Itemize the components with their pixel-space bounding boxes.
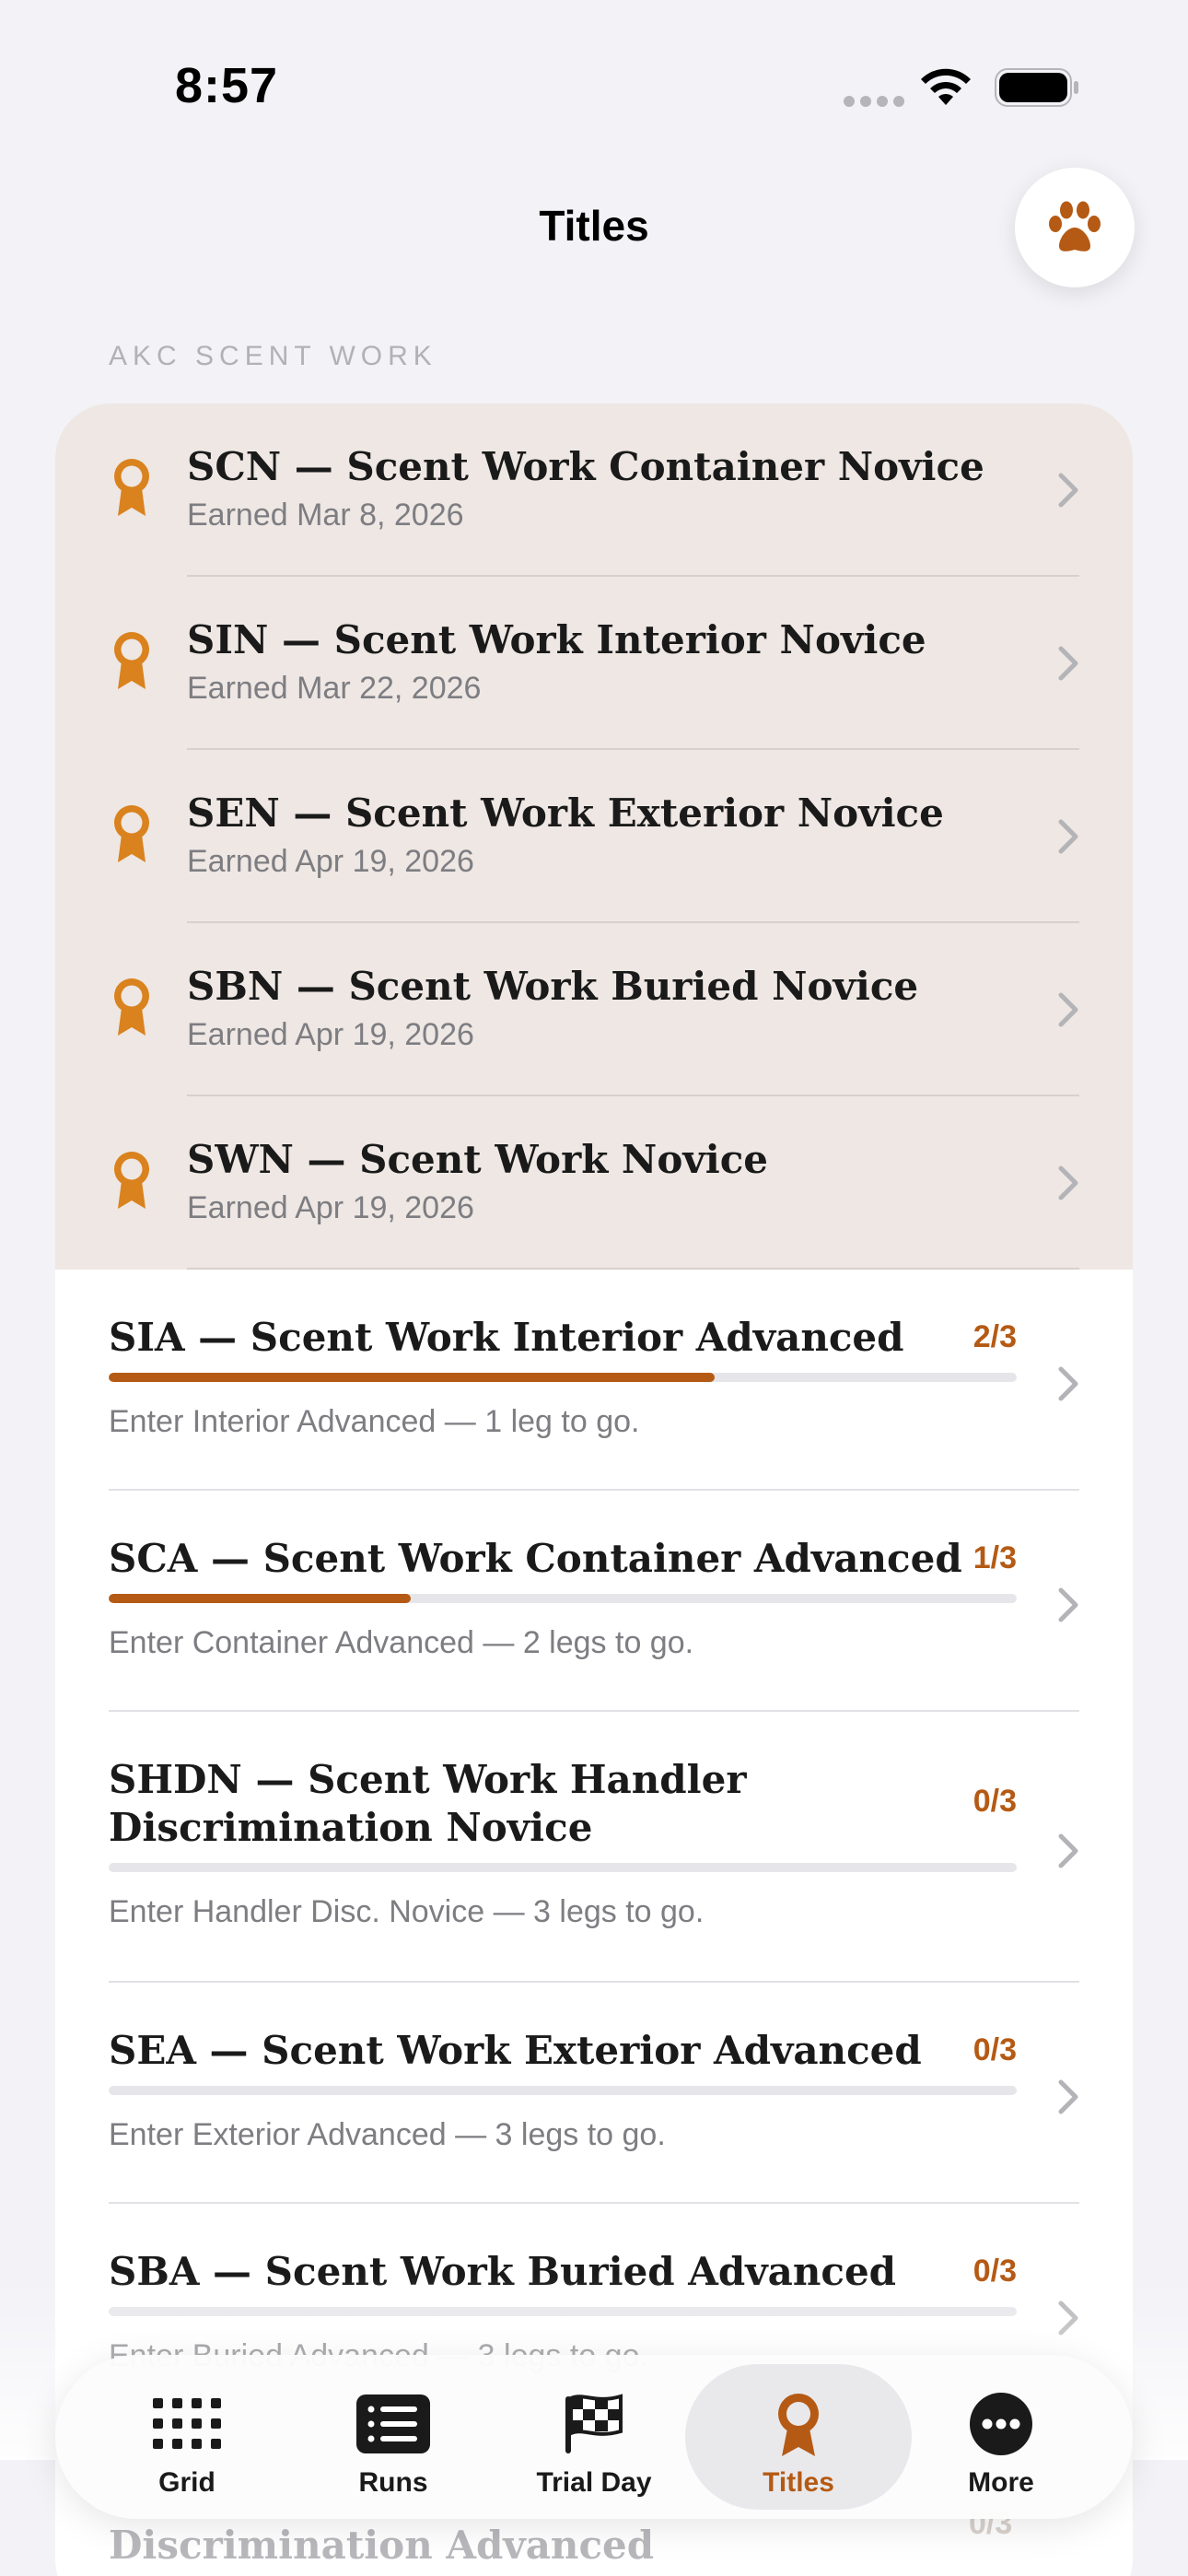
title-name: SEA — Scent Work Exterior Advanced bbox=[109, 2028, 922, 2073]
tab-bar: Grid Runs Trial Day Titles More bbox=[55, 2355, 1133, 2519]
earned-date: Earned Mar 22, 2026 bbox=[187, 671, 482, 706]
title-name: SWN — Scent Work Novice bbox=[187, 1137, 768, 1182]
title-name: SBN — Scent Work Buried Novice bbox=[187, 964, 919, 1009]
ribbon-icon bbox=[762, 2392, 835, 2456]
paw-icon bbox=[1049, 201, 1101, 252]
title-name: SCA — Scent Work Container Advanced bbox=[109, 1536, 962, 1581]
chevron-right-icon bbox=[1057, 991, 1079, 1028]
tab-label-titles: Titles bbox=[763, 2467, 834, 2498]
tab-label-grid: Grid bbox=[158, 2467, 215, 2498]
tab-label-runs: Runs bbox=[358, 2467, 428, 2498]
titles-list: SCN — Scent Work Container Novice Earned … bbox=[55, 404, 1133, 2576]
progress-hint: Enter Exterior Advanced — 3 legs to go. bbox=[109, 2117, 666, 2152]
legs-count: 0/3 bbox=[973, 1784, 1017, 1819]
battery-icon bbox=[995, 68, 1078, 107]
progress-title-row[interactable]: SHDN — Scent Work Handler Discrimination … bbox=[109, 1712, 1079, 1983]
title-name: SIA — Scent Work Interior Advanced bbox=[109, 1315, 904, 1360]
progress-hint: Enter Handler Disc. Novice — 3 legs to g… bbox=[109, 1894, 705, 1929]
progress-bar bbox=[109, 1373, 1017, 1382]
earned-title-row[interactable]: SBN — Scent Work Buried Novice Earned Apr… bbox=[55, 923, 1133, 1096]
in-progress-titles-group: SIA — Scent Work Interior Advanced 2/3 Ent… bbox=[55, 1270, 1133, 2425]
title-name: SHDN — Scent Work Handler Discrimination … bbox=[109, 1757, 747, 1850]
checkered-flag-icon bbox=[557, 2392, 631, 2456]
earned-title-row[interactable]: SCN — Scent Work Container Novice Earned … bbox=[55, 404, 1133, 577]
tab-titles[interactable]: Titles bbox=[685, 2364, 912, 2510]
legs-count: 1/3 bbox=[973, 1540, 1017, 1575]
page-title: Titles bbox=[539, 202, 649, 250]
ribbon-icon bbox=[111, 803, 153, 864]
progress-title-row[interactable]: SIA — Scent Work Interior Advanced 2/3 Ent… bbox=[109, 1270, 1079, 1491]
progress-title-row[interactable]: SEA — Scent Work Exterior Advanced 0/3 Ent… bbox=[109, 1983, 1079, 2204]
chevron-right-icon bbox=[1057, 1165, 1079, 1201]
progress-bar bbox=[109, 1594, 1017, 1603]
tab-grid[interactable]: Grid bbox=[74, 2364, 300, 2510]
title-name: SEN — Scent Work Exterior Novice bbox=[187, 790, 944, 836]
progress-bar bbox=[109, 1863, 1017, 1872]
earned-title-row[interactable]: SWN — Scent Work Novice Earned Apr 19, 20… bbox=[55, 1096, 1133, 1270]
chevron-right-icon bbox=[1057, 1832, 1079, 1869]
progress-hint: Enter Container Advanced — 2 legs to go. bbox=[109, 1625, 694, 1660]
list-icon bbox=[356, 2392, 430, 2456]
earned-title-row[interactable]: SIN — Scent Work Interior Novice Earned M… bbox=[55, 577, 1133, 750]
section-header: AKC SCENT WORK bbox=[109, 341, 437, 371]
tab-label-trial-day: Trial Day bbox=[536, 2467, 652, 2498]
status-time: 8:57 bbox=[175, 58, 279, 113]
earned-date: Earned Mar 8, 2026 bbox=[187, 498, 464, 533]
chevron-right-icon bbox=[1057, 472, 1079, 509]
status-bar: 8:57 bbox=[0, 0, 1188, 175]
earned-title-row[interactable]: SEN — Scent Work Exterior Novice Earned A… bbox=[55, 750, 1133, 923]
more-icon bbox=[964, 2392, 1038, 2456]
wifi-icon bbox=[921, 68, 971, 105]
title-name: SCN — Scent Work Container Novice bbox=[187, 444, 984, 489]
progress-bar bbox=[109, 2086, 1017, 2095]
tab-more[interactable]: More bbox=[888, 2364, 1114, 2510]
earned-date: Earned Apr 19, 2026 bbox=[187, 1190, 474, 1225]
earned-date: Earned Apr 19, 2026 bbox=[187, 1017, 474, 1052]
chevron-right-icon bbox=[1057, 645, 1079, 682]
progress-bar-fill bbox=[109, 1373, 715, 1382]
earned-titles-group: SCN — Scent Work Container Novice Earned … bbox=[55, 404, 1133, 1270]
tab-trial-day[interactable]: Trial Day bbox=[481, 2364, 707, 2510]
chevron-right-icon bbox=[1057, 1587, 1079, 1623]
progress-hint: Enter Interior Advanced — 1 leg to go. bbox=[109, 1404, 640, 1439]
cellular-icon bbox=[844, 96, 904, 107]
ribbon-icon bbox=[111, 977, 153, 1037]
ribbon-icon bbox=[111, 630, 153, 691]
tab-runs[interactable]: Runs bbox=[280, 2364, 507, 2510]
progress-title-row[interactable]: SCA — Scent Work Container Advanced 1/3 En… bbox=[109, 1491, 1079, 1712]
chevron-right-icon bbox=[1057, 818, 1079, 855]
grid-icon bbox=[150, 2392, 224, 2456]
legs-count: 0/3 bbox=[973, 2032, 1017, 2067]
dog-profile-button[interactable] bbox=[1015, 168, 1135, 287]
earned-date: Earned Apr 19, 2026 bbox=[187, 844, 474, 879]
legs-count: 2/3 bbox=[973, 1319, 1017, 1354]
ribbon-icon bbox=[111, 1150, 153, 1211]
title-name: SIN — Scent Work Interior Novice bbox=[187, 617, 926, 662]
peek-row-title: Discrimination Advanced bbox=[109, 2523, 655, 2568]
chevron-right-icon bbox=[1057, 1365, 1079, 1402]
tab-label-more: More bbox=[968, 2467, 1034, 2498]
ribbon-icon bbox=[111, 457, 153, 518]
chevron-right-icon bbox=[1057, 2078, 1079, 2115]
progress-bar-fill bbox=[109, 1594, 412, 1603]
